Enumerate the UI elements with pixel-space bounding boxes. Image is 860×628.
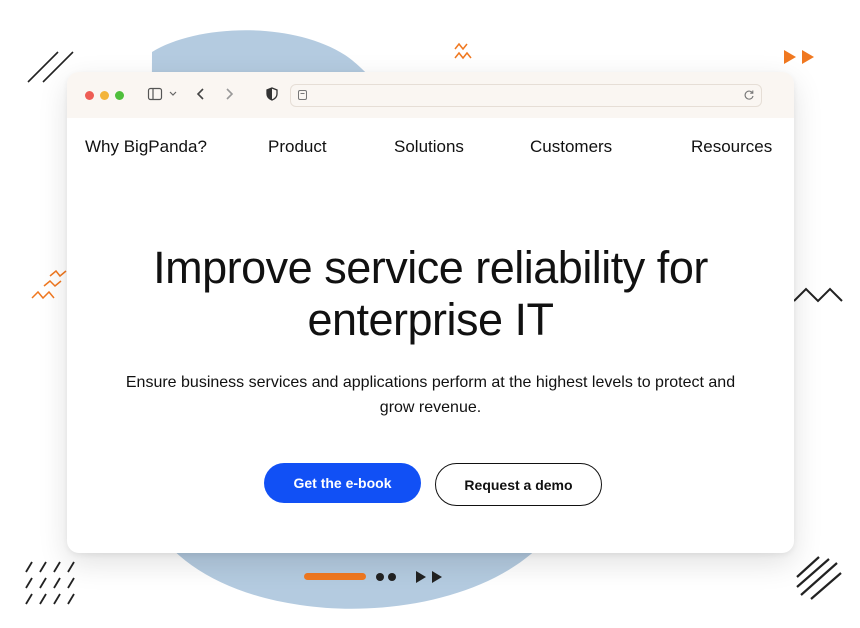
minimize-window-button[interactable]: [100, 91, 109, 100]
page-icon: [298, 90, 307, 100]
forward-icon[interactable]: [222, 86, 236, 102]
nav-item-why-bigpanda[interactable]: Why BigPanda?: [85, 137, 207, 157]
zigzag-decoration: [454, 42, 472, 60]
zigzag-left-decoration: [31, 270, 67, 300]
fast-forward-decoration: [784, 50, 814, 64]
maximize-window-button[interactable]: [115, 91, 124, 100]
url-bar[interactable]: [290, 84, 762, 107]
back-icon[interactable]: [194, 86, 208, 102]
diagonal-stripes-decoration: [796, 556, 842, 600]
request-demo-button[interactable]: Request a demo: [435, 463, 602, 506]
nav-item-resources[interactable]: Resources: [691, 137, 772, 157]
hero-subtitle: Ensure business services and application…: [125, 374, 736, 416]
browser-window: Why BigPanda? Product Solutions Customer…: [67, 72, 794, 553]
browser-toolbar: [67, 72, 794, 118]
get-ebook-button[interactable]: Get the e-book: [264, 463, 421, 503]
chevron-down-icon[interactable]: [168, 89, 178, 99]
sidebar-icon[interactable]: [147, 86, 163, 102]
reload-icon[interactable]: [743, 89, 755, 101]
hero-title: Improve service reliability for enterpri…: [153, 242, 708, 345]
slash-grid-decoration: [25, 561, 75, 605]
nav-item-product[interactable]: Product: [268, 137, 327, 157]
nav-item-customers[interactable]: Customers: [530, 137, 612, 157]
close-window-button[interactable]: [85, 91, 94, 100]
zigzag-right-decoration: [793, 287, 843, 303]
carousel-indicator-decoration: [304, 571, 442, 583]
nav-item-solutions[interactable]: Solutions: [394, 137, 464, 157]
shield-icon[interactable]: [265, 86, 279, 102]
